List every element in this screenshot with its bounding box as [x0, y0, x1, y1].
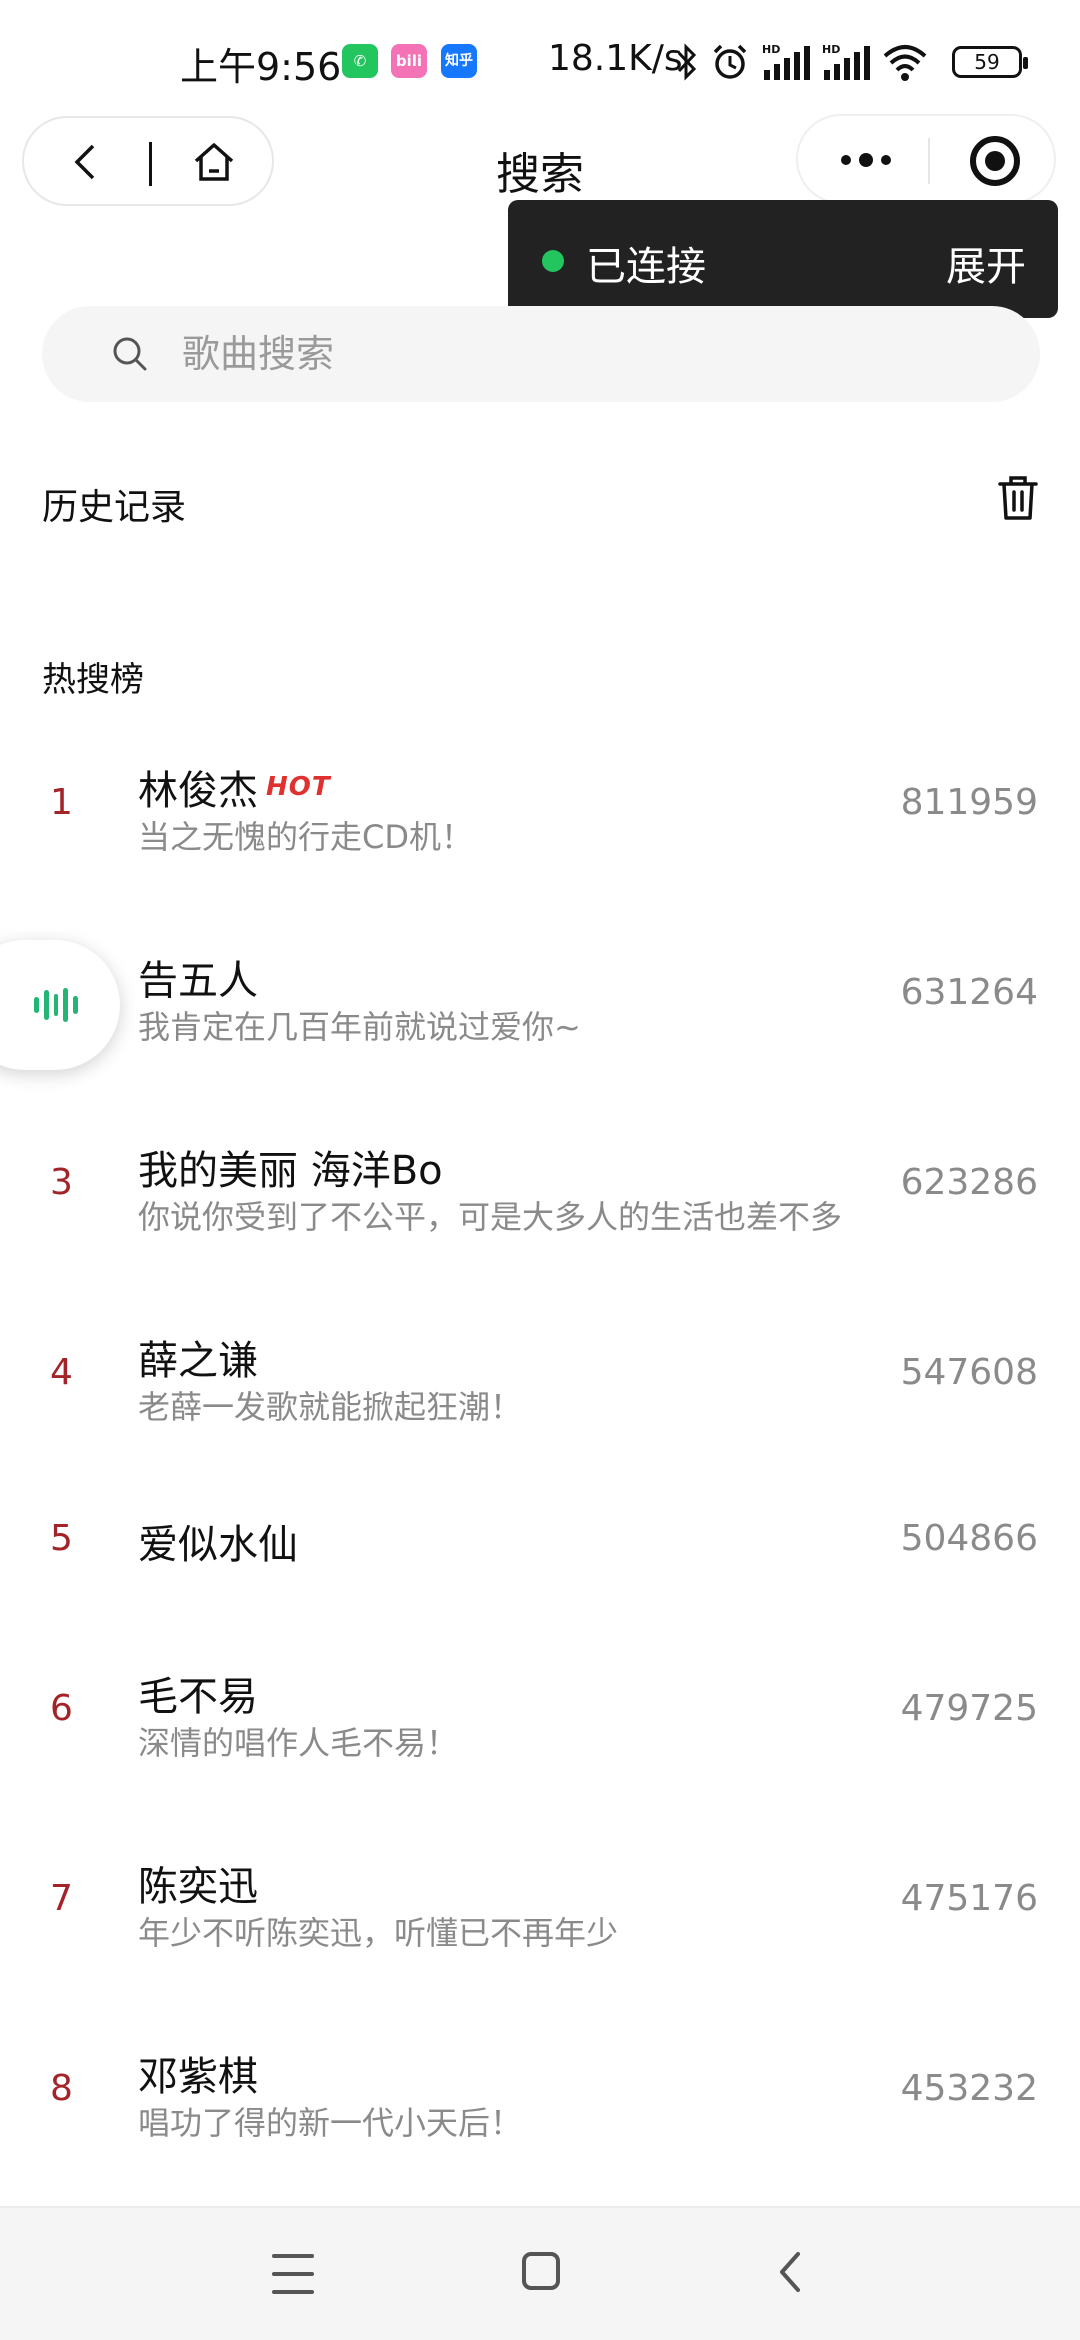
rank-number: 7	[50, 1878, 73, 1919]
svg-text:HD: HD	[822, 43, 840, 56]
song-name-line: 告五人	[138, 948, 258, 1006]
hot-list-item[interactable]: 6 毛不易 深情的唱作人毛不易！ 479725	[0, 1656, 1080, 1806]
hot-list-title: 热搜榜	[42, 660, 144, 700]
song-name: 爱似水仙	[138, 1522, 298, 1568]
song-description: 老薛一发歌就能掀起狂潮！	[138, 1388, 523, 1426]
trash-icon[interactable]	[996, 474, 1040, 522]
hot-badge: HOT	[266, 772, 331, 802]
search-count: 479725	[900, 1688, 1038, 1729]
hot-list-item[interactable]: 8 邓紫棋 唱功了得的新一代小天后！ 453232	[0, 2036, 1080, 2186]
search-count: 631264	[900, 972, 1038, 1013]
audio-wave-icon	[34, 986, 78, 1024]
network-speed: 18.1K/s	[548, 38, 683, 79]
battery-icon: 59	[952, 46, 1028, 78]
song-name-line: 爱似水仙	[138, 1512, 298, 1570]
search-count: 811959	[900, 782, 1038, 823]
search-count: 453232	[900, 2068, 1038, 2109]
song-name-line: 我的美丽 海洋Bo	[138, 1138, 443, 1196]
song-name: 我的美丽 海洋Bo	[138, 1148, 443, 1194]
search-input[interactable]	[182, 328, 982, 380]
hot-list-item[interactable]: 3 我的美丽 海洋Bo 你说你受到了不公平，可是大多人的生活也差不多 62328…	[0, 1130, 1080, 1280]
close-miniprogram-button[interactable]	[970, 136, 1020, 186]
song-description: 你说你受到了不公平，可是大多人的生活也差不多	[138, 1198, 843, 1236]
more-dot-icon	[841, 155, 851, 165]
wifi-icon	[883, 45, 927, 81]
song-name: 告五人	[138, 958, 258, 1004]
menu-line	[272, 2272, 314, 2276]
song-name-line: 毛不易	[138, 1664, 258, 1722]
rank-number: 6	[50, 1688, 73, 1729]
song-name-line: 薛之谦	[138, 1328, 258, 1386]
more-button[interactable]	[826, 136, 906, 184]
nav-capsule-right	[796, 114, 1056, 204]
song-name: 邓紫棋	[138, 2054, 258, 2100]
search-count: 504866	[900, 1518, 1038, 1559]
menu-line	[272, 2290, 314, 2294]
more-dot-icon	[881, 155, 891, 165]
svg-text:HD: HD	[762, 43, 780, 56]
hot-list-item[interactable]: 4 薛之谦 老薛一发歌就能掀起狂潮！ 547608	[0, 1320, 1080, 1470]
song-description: 深情的唱作人毛不易！	[138, 1724, 459, 1762]
hot-list-item[interactable]: 1 林俊杰 HOT 当之无愧的行走CD机！ 811959	[0, 750, 1080, 900]
search-icon	[113, 337, 147, 371]
zhihu-icon: 知乎	[441, 44, 477, 78]
alarm-icon	[713, 44, 747, 79]
rank-number: 4	[50, 1352, 73, 1393]
hot-list-item[interactable]: 2 告五人 我肯定在几百年前就说过爱你~ 631264	[0, 940, 1080, 1090]
hot-list-item[interactable]: 5 爱似水仙 504866	[0, 1510, 1080, 1600]
song-description: 年少不听陈奕迅，听懂已不再年少	[138, 1914, 619, 1952]
song-name: 薛之谦	[138, 1338, 258, 1384]
song-name-line: 邓紫棋	[138, 2044, 258, 2102]
recent-apps-button[interactable]	[272, 2254, 314, 2294]
signal-hd-icon-2: HD	[822, 43, 870, 80]
bluetooth-icon	[677, 43, 697, 81]
song-description: 唱功了得的新一代小天后！	[138, 2104, 523, 2142]
song-name-line: 林俊杰 HOT	[138, 758, 331, 816]
search-count: 547608	[900, 1352, 1038, 1393]
capsule-divider	[928, 138, 930, 184]
search-count: 475176	[900, 1878, 1038, 1919]
song-name-line: 陈奕迅	[138, 1854, 258, 1912]
search-bar[interactable]	[42, 306, 1040, 402]
connected-dot-icon	[542, 250, 564, 272]
song-name: 毛不易	[138, 1674, 258, 1720]
signal-hd-icon: HD	[762, 43, 810, 80]
wechat-icon: ✆	[342, 44, 378, 78]
history-title: 历史记录	[42, 487, 187, 528]
connection-status: 已连接	[586, 244, 706, 290]
system-home-button[interactable]	[522, 2252, 560, 2290]
rank-number: 1	[50, 782, 73, 823]
status-time: 上午9:56	[180, 45, 342, 89]
connection-toast: 已连接 展开	[508, 200, 1058, 318]
system-back-icon[interactable]	[770, 2250, 814, 2294]
more-dot-icon	[859, 153, 873, 167]
expand-button[interactable]: 展开	[946, 234, 1026, 292]
rank-number: 8	[50, 2068, 73, 2109]
menu-line	[272, 2254, 314, 2258]
status-bar: 上午9:56 ✆ bili 知乎 18.1K/s HD HD 59	[0, 0, 1080, 120]
system-nav-bar	[0, 2206, 1080, 2340]
search-count: 623286	[900, 1162, 1038, 1203]
song-name: 陈奕迅	[138, 1864, 258, 1910]
song-description: 当之无愧的行走CD机！	[138, 818, 473, 856]
bilibili-icon: bili	[391, 44, 427, 78]
rank-number: 5	[50, 1518, 73, 1559]
song-name: 林俊杰	[138, 768, 258, 814]
rank-number: 3	[50, 1162, 73, 1203]
song-description: 我肯定在几百年前就说过爱你~	[138, 1008, 581, 1046]
status-icons: HD HD	[676, 40, 928, 84]
hot-list-item[interactable]: 7 陈奕迅 年少不听陈奕迅，听懂已不再年少 475176	[0, 1846, 1080, 1996]
